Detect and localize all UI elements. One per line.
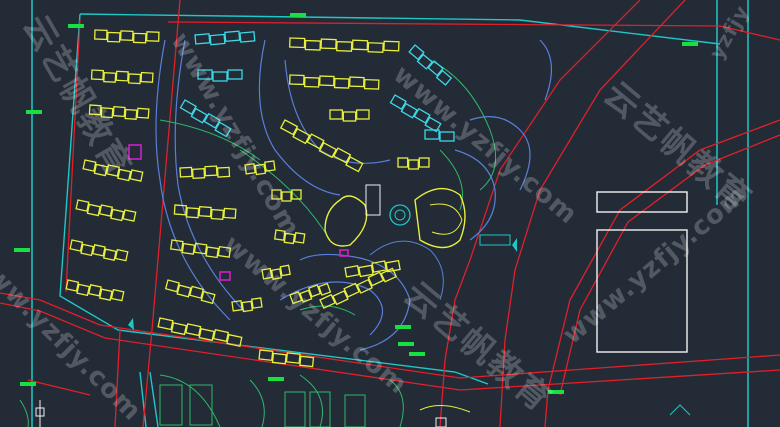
annotation-tag — [20, 382, 36, 386]
building-block — [170, 239, 232, 259]
residential-blocks-cyan — [179, 30, 455, 142]
annotation-tag — [26, 110, 42, 114]
annotation-tag — [395, 325, 411, 329]
adjacent-plots — [596, 191, 688, 353]
building-block — [90, 69, 154, 85]
building-block — [82, 159, 144, 182]
building-block — [329, 109, 370, 122]
building-block — [164, 279, 216, 305]
annotation-tag — [398, 342, 414, 346]
annotation-tag — [290, 13, 306, 17]
landscape-paths — [19, 59, 497, 427]
building-block — [75, 199, 137, 222]
building-block — [88, 104, 150, 120]
building-block — [289, 282, 332, 305]
building-block — [289, 37, 400, 53]
building-block — [69, 239, 129, 262]
building-block — [65, 279, 125, 302]
building-block — [179, 165, 231, 180]
building-block — [397, 157, 430, 170]
bottom-area — [35, 384, 691, 427]
building-block — [261, 264, 291, 280]
cad-site-plan — [0, 0, 780, 427]
annotation-tags — [14, 13, 698, 394]
annotation-tag — [409, 352, 425, 356]
building-block — [157, 317, 243, 347]
building-block — [408, 44, 453, 86]
building-block — [194, 30, 256, 46]
building-block — [271, 189, 302, 202]
building-block — [244, 160, 276, 176]
building-block — [231, 297, 263, 313]
building-block — [197, 69, 243, 82]
annotation-tag — [14, 248, 30, 252]
building-block — [289, 74, 380, 90]
annotation-tag — [68, 24, 84, 28]
annotation-tag — [682, 42, 698, 46]
building-block — [279, 119, 364, 173]
building-block — [319, 267, 398, 310]
building-block — [274, 229, 306, 245]
residential-blocks — [65, 29, 430, 368]
annotation-tag — [548, 390, 564, 394]
annotation-tag — [268, 377, 284, 381]
building-block — [424, 129, 455, 142]
building-block — [94, 29, 160, 44]
building-block — [389, 94, 442, 133]
